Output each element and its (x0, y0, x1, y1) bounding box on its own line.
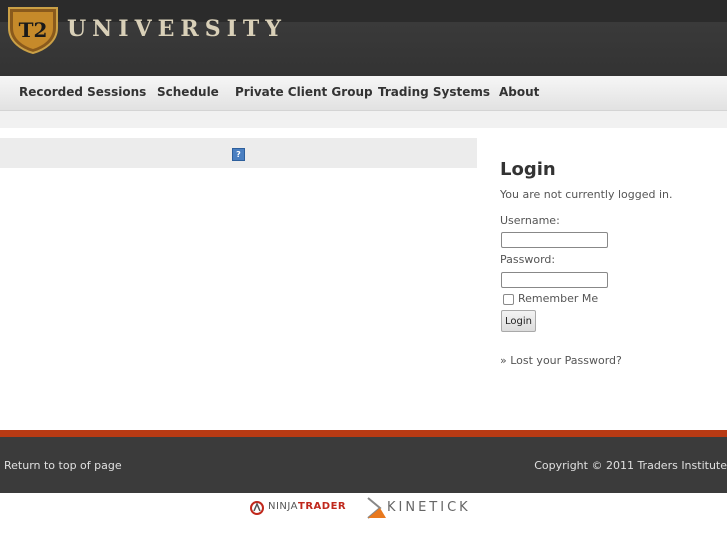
nav-item-trading-systems[interactable]: Trading Systems (378, 85, 490, 99)
ninjatrader-logo[interactable]: NINJATRADER (250, 500, 362, 516)
nav-item-schedule[interactable]: Schedule (157, 85, 219, 99)
password-input[interactable] (501, 272, 608, 288)
kinetick-wordmark: KINETICK (387, 500, 471, 515)
kinetick-logo[interactable]: KINETICK (366, 496, 480, 520)
nav-item-recorded-sessions[interactable]: Recorded Sessions (19, 85, 146, 99)
ninjatrader-wordmark: NINJATRADER (268, 501, 347, 512)
username-input[interactable] (501, 232, 608, 248)
remember-me-label[interactable]: Remember Me (518, 292, 598, 305)
login-button[interactable]: Login (501, 310, 536, 332)
svg-text:T2: T2 (19, 18, 48, 42)
return-to-top-link[interactable]: Return to top of page (4, 459, 122, 472)
t2-shield-logo-icon[interactable]: T2 (6, 6, 60, 54)
broken-image-icon: ? (232, 148, 245, 161)
login-title: Login (500, 159, 556, 180)
password-label: Password: (500, 253, 556, 266)
ninjatrader-emblem-icon (250, 501, 264, 515)
site-header: T2 UNIVERSITY (0, 0, 727, 76)
nav-item-about[interactable]: About (499, 85, 539, 99)
nav-item-private-client-group[interactable]: Private Client Group (235, 85, 373, 99)
remember-me-checkbox[interactable] (503, 294, 514, 305)
copyright-text: Copyright © 2011 Traders Institute (534, 459, 727, 472)
lost-password-link[interactable]: » Lost your Password? (500, 354, 622, 367)
main-nav: Recorded Sessions Schedule Private Clien… (0, 76, 727, 111)
username-label: Username: (500, 214, 560, 227)
kinetick-chevron-icon (367, 497, 386, 519)
login-status-text: You are not currently logged in. (500, 188, 673, 201)
footer-accent-bar (0, 430, 727, 437)
site-logo-text[interactable]: UNIVERSITY (67, 16, 287, 42)
sub-nav-bar (0, 111, 727, 128)
